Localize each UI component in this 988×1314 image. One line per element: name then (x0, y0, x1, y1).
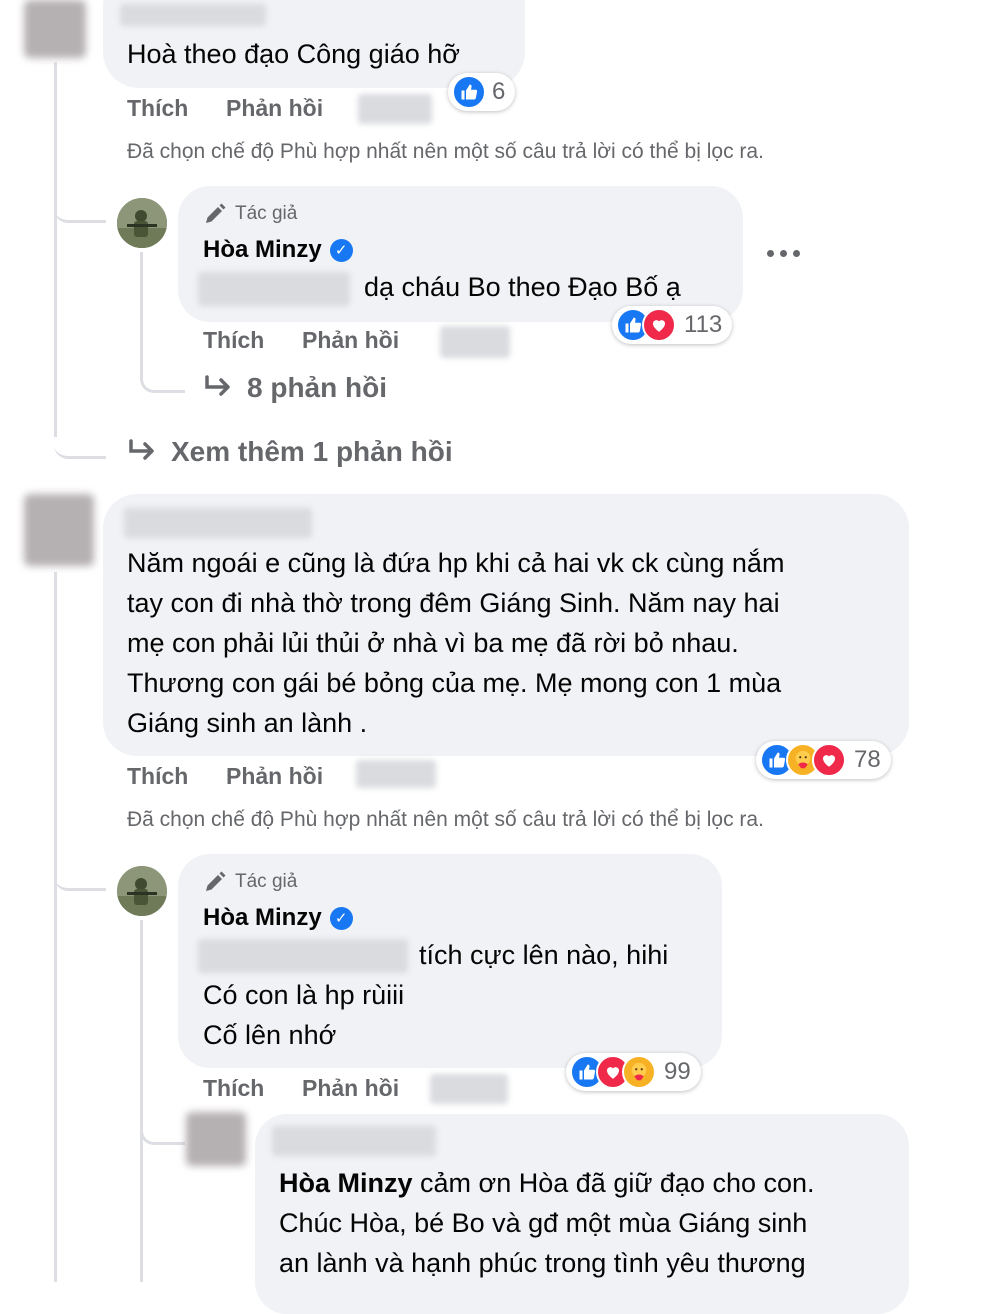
commenter-name-redacted (120, 4, 266, 26)
like-icon (452, 75, 486, 109)
mention-link[interactable]: Hòa Minzy (279, 1168, 413, 1198)
love-icon (642, 308, 676, 342)
thread-line (54, 572, 57, 1282)
pencil-icon (206, 871, 226, 891)
reply-text: dạ cháu Bo theo Đạo Bố ạ (364, 272, 681, 302)
reaction-summary[interactable]: 6 (448, 73, 516, 111)
like-button[interactable]: Thích (203, 1075, 264, 1102)
reaction-count: 78 (854, 746, 881, 773)
reaction-summary[interactable]: 99 (566, 1053, 701, 1091)
timestamp-redacted (356, 760, 436, 788)
comment-line: Thương con gái bé bỏng của mẹ. Mẹ mong c… (127, 668, 782, 698)
thread-connector (54, 180, 106, 223)
filter-notice: Đã chọn chế độ Phù hợp nhất nên một số c… (127, 808, 764, 831)
see-more-label[interactable]: Xem thêm 1 phản hồi (171, 436, 453, 468)
timestamp-redacted (430, 1074, 508, 1104)
reply-button[interactable]: Phản hồi (302, 1075, 399, 1102)
mention-redacted (198, 272, 350, 306)
author-avatar[interactable] (117, 866, 167, 916)
commenter-name-redacted (124, 508, 312, 538)
reaction-summary[interactable]: 113 (612, 306, 733, 344)
author-tag-label: Tác giả (235, 871, 298, 892)
commenter-avatar[interactable] (24, 494, 94, 566)
reply-arrow-icon (129, 439, 154, 460)
reply-line-rest: cảm ơn Hòa đã giữ đạo cho con. (412, 1168, 815, 1198)
view-replies-link[interactable]: 8 phản hồi (203, 372, 387, 404)
reaction-count: 99 (664, 1058, 691, 1085)
thread-line (54, 62, 57, 437)
reaction-count: 113 (684, 311, 723, 338)
reply-line: Cố lên nhớ (203, 1020, 337, 1050)
reply-button[interactable]: Phản hồi (226, 95, 323, 122)
verified-icon: ✓ (329, 906, 353, 930)
like-button[interactable]: Thích (127, 763, 188, 790)
view-replies-label[interactable]: 8 phản hồi (247, 372, 387, 404)
thread-connector (54, 850, 106, 891)
reaction-summary[interactable]: 78 (756, 741, 891, 779)
commenter-avatar[interactable] (24, 0, 86, 58)
thread-connector (54, 420, 106, 459)
mention-redacted (198, 939, 408, 973)
author-name[interactable]: Hòa Minzy ✓ (203, 904, 353, 932)
pencil-icon (206, 203, 226, 223)
reply-button[interactable]: Phản hồi (302, 327, 399, 354)
commenter-name-redacted (272, 1126, 436, 1156)
like-button[interactable]: Thích (203, 327, 264, 354)
reply-line: tích cực lên nào, hihi (419, 940, 669, 970)
commenter-avatar[interactable] (186, 1112, 246, 1166)
author-badge: Tác giả (203, 870, 297, 894)
author-avatar[interactable] (117, 198, 167, 248)
thread-line (140, 920, 143, 1282)
timestamp-redacted (440, 326, 510, 358)
thread-connector (140, 350, 185, 393)
filter-notice: Đã chọn chế độ Phù hợp nhất nên một số c… (127, 140, 764, 163)
care-icon (622, 1055, 656, 1089)
more-options-icon[interactable] (767, 250, 800, 257)
author-tag-label: Tác giả (235, 203, 298, 224)
verified-icon: ✓ (329, 238, 353, 262)
author-name[interactable]: Hòa Minzy ✓ (203, 236, 353, 264)
thread-connector (140, 1110, 185, 1145)
comment-line: mẹ con phải lủi thủi ở nhà vì ba mẹ đã r… (127, 628, 739, 658)
reply-arrow-icon (205, 375, 230, 396)
comment-line: tay con đi nhà thờ trong đêm Giáng Sinh.… (127, 588, 780, 618)
reply-line: an lành và hạnh phúc trong tình yêu thươ… (279, 1248, 806, 1278)
comment-line: Năm ngoái e cũng là đứa hp khi cả hai vk… (127, 548, 785, 578)
comment-text: Hoà theo đạo Công giáo hỡ (127, 39, 460, 69)
love-icon (812, 743, 846, 777)
reply-button[interactable]: Phản hồi (226, 763, 323, 790)
timestamp-redacted (358, 94, 432, 124)
reply-line: Hòa Minzy cảm ơn Hòa đã giữ đạo cho con. (279, 1163, 815, 1203)
author-name-text[interactable]: Hòa Minzy (203, 904, 322, 932)
like-button[interactable]: Thích (127, 95, 188, 122)
author-name-text[interactable]: Hòa Minzy (203, 236, 322, 264)
author-badge: Tác giả (203, 202, 297, 226)
reply-line: Chúc Hòa, bé Bo và gđ một mùa Giáng sinh (279, 1208, 808, 1238)
comment-line: Giáng sinh an lành . (127, 708, 368, 738)
see-more-replies-link[interactable]: Xem thêm 1 phản hồi (127, 436, 453, 468)
reply-line: Có con là hp rùiii (203, 980, 405, 1010)
reaction-count: 6 (492, 78, 506, 105)
